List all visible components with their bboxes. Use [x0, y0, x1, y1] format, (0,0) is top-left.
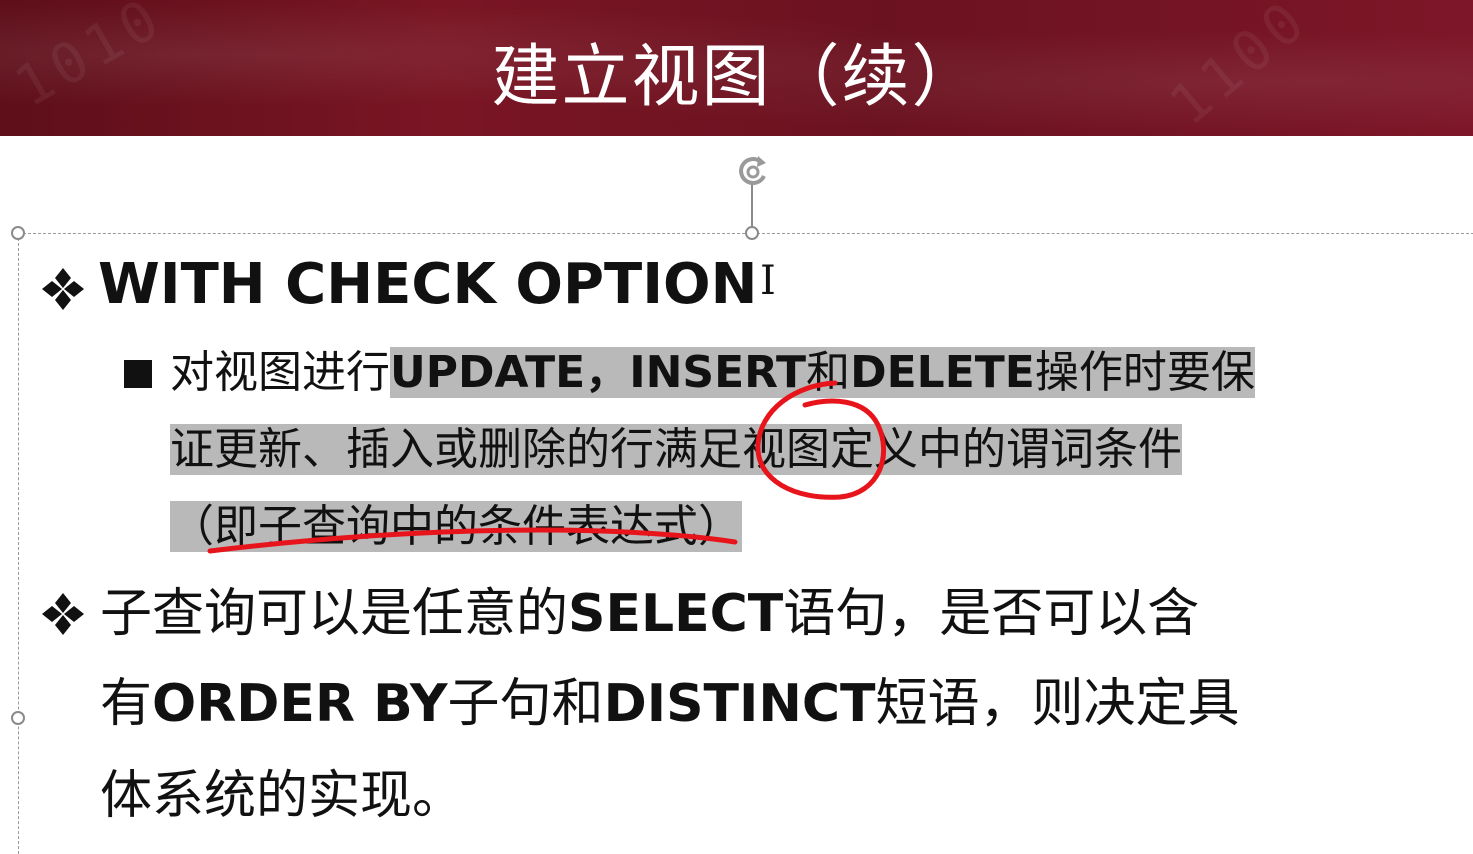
ink-circle-annotation [755, 380, 887, 500]
ink-underline-annotation [207, 527, 738, 554]
ink-annotations [207, 380, 887, 554]
